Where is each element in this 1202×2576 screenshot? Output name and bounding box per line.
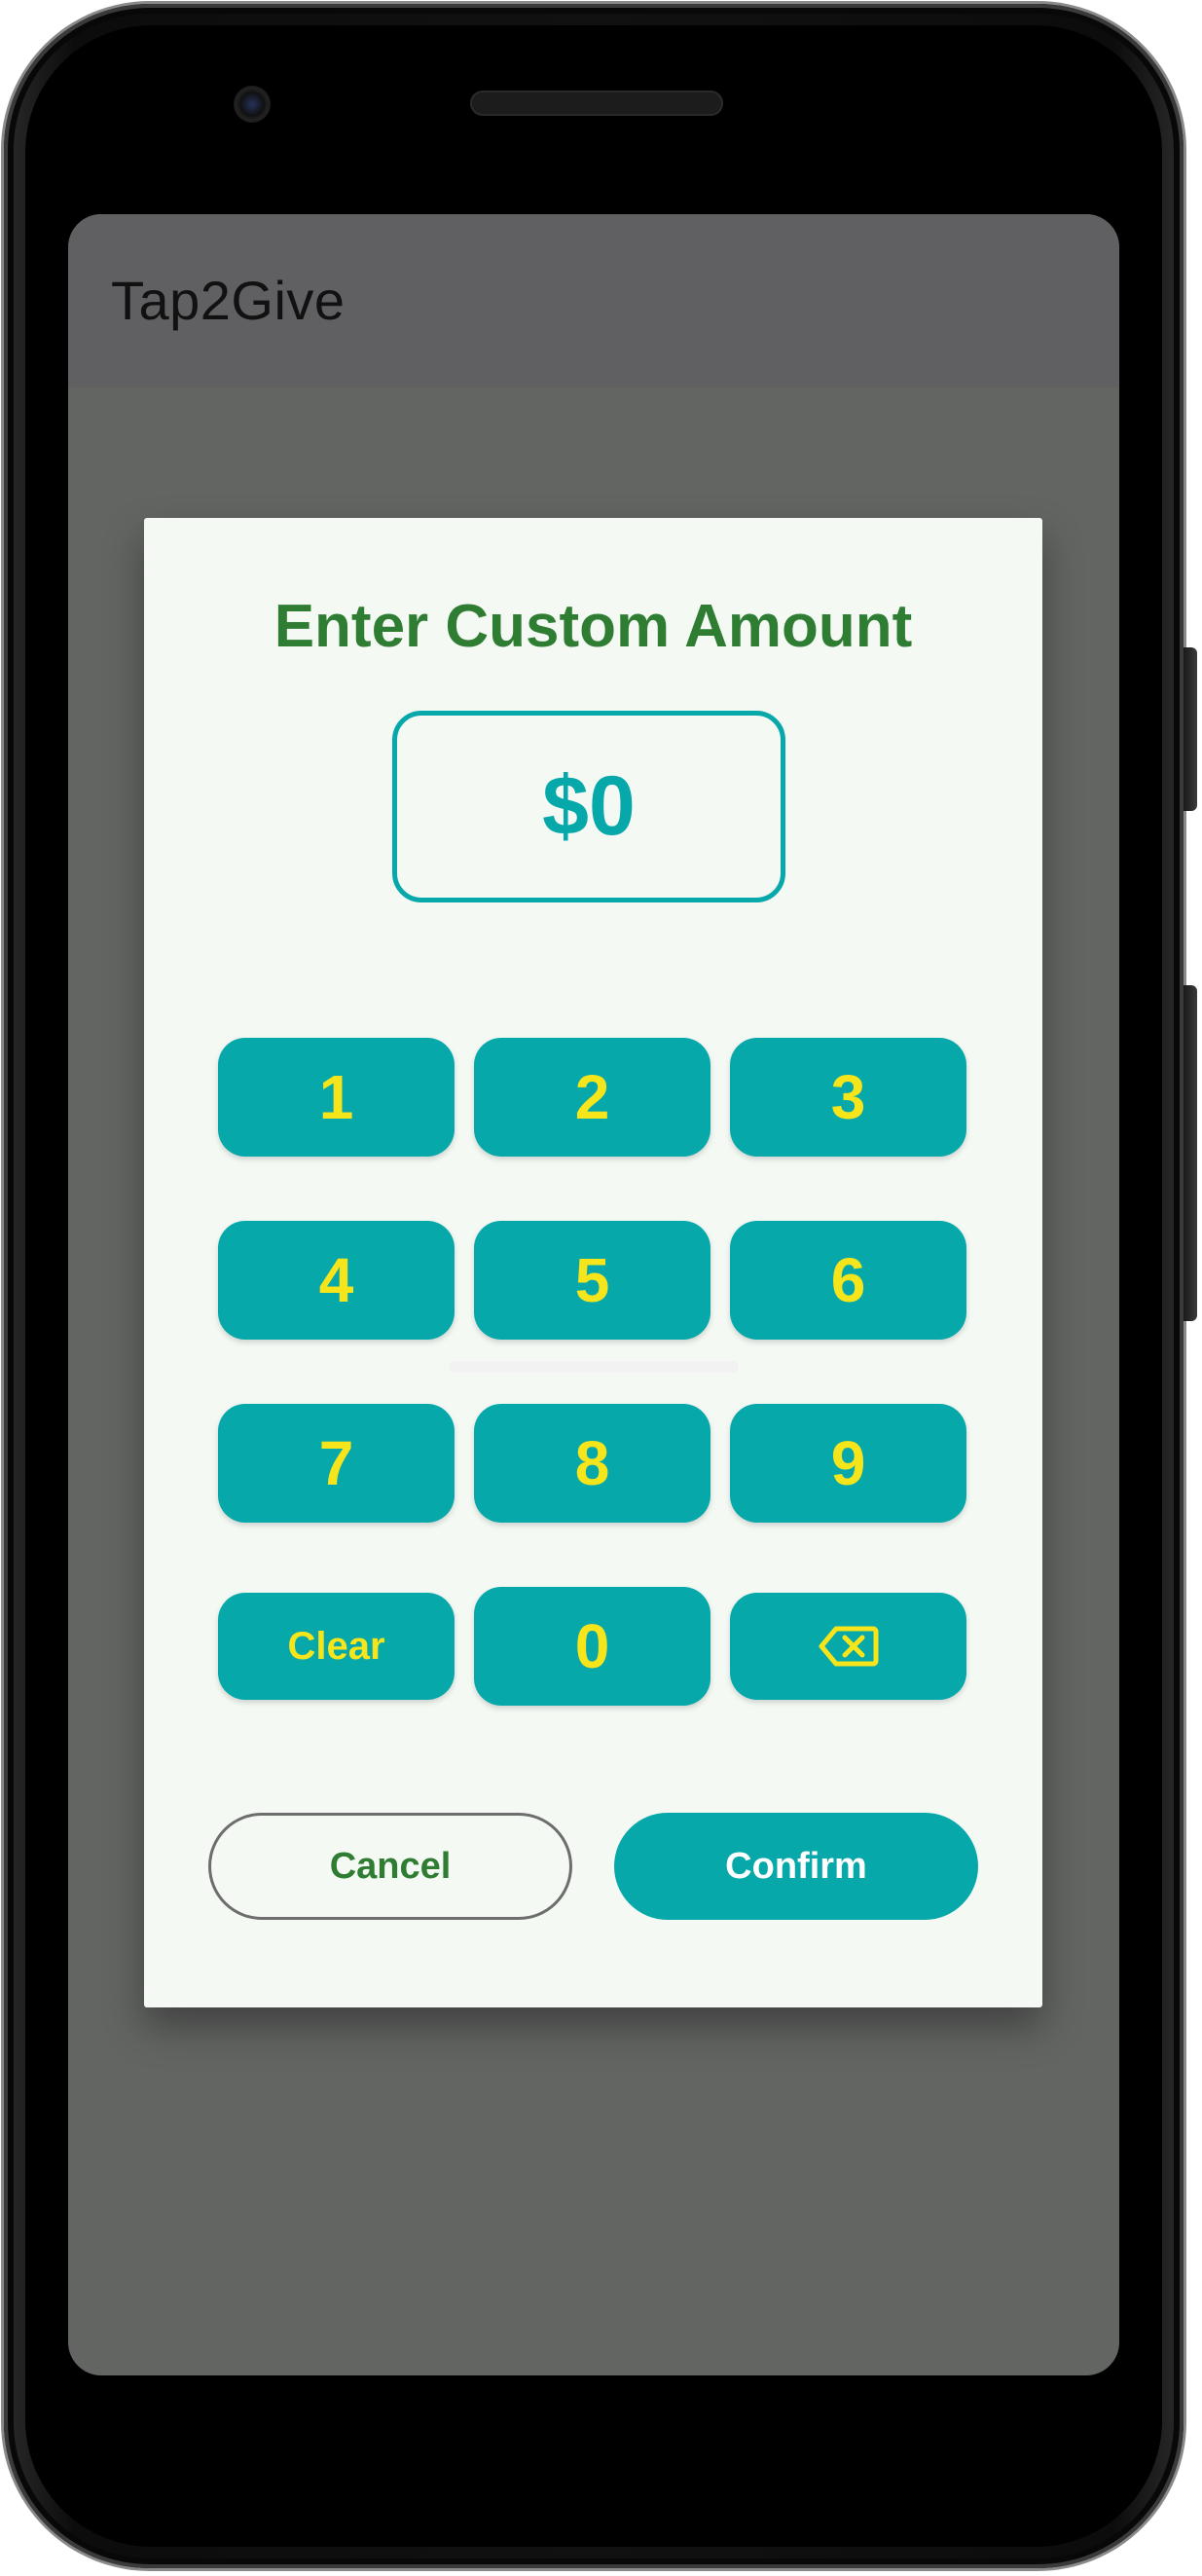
dialog-title: Enter Custom Amount xyxy=(273,593,913,660)
key-4[interactable]: 4 xyxy=(218,1221,455,1340)
key-1[interactable]: 1 xyxy=(218,1038,455,1157)
app-title: Tap2Give xyxy=(111,270,346,331)
key-7[interactable]: 7 xyxy=(218,1404,455,1523)
app-bar: Tap2Give xyxy=(68,214,1119,387)
key-2[interactable]: 2 xyxy=(474,1038,710,1157)
custom-amount-dialog: Enter Custom Amount $0 1 2 3 4 5 6 7 8 9… xyxy=(144,518,1042,2007)
key-8[interactable]: 8 xyxy=(474,1404,710,1523)
front-camera-icon xyxy=(234,86,271,123)
screen: Tap2Give Enter Custom Amount $0 1 2 3 4 … xyxy=(68,214,1119,2375)
clear-button[interactable]: Clear xyxy=(218,1593,455,1700)
key-9[interactable]: 9 xyxy=(730,1404,966,1523)
key-0[interactable]: 0 xyxy=(474,1587,710,1706)
key-5[interactable]: 5 xyxy=(474,1221,710,1340)
home-indicator[interactable] xyxy=(449,1361,739,1373)
amount-display: $0 xyxy=(392,711,785,902)
cancel-button[interactable]: Cancel xyxy=(208,1813,572,1920)
earpiece-speaker xyxy=(470,91,723,116)
volume-button xyxy=(1184,985,1197,1321)
backspace-icon xyxy=(819,1626,878,1667)
confirm-button[interactable]: Confirm xyxy=(614,1813,978,1920)
key-6[interactable]: 6 xyxy=(730,1221,966,1340)
power-button xyxy=(1184,647,1197,811)
key-3[interactable]: 3 xyxy=(730,1038,966,1157)
backspace-button[interactable] xyxy=(730,1593,966,1700)
